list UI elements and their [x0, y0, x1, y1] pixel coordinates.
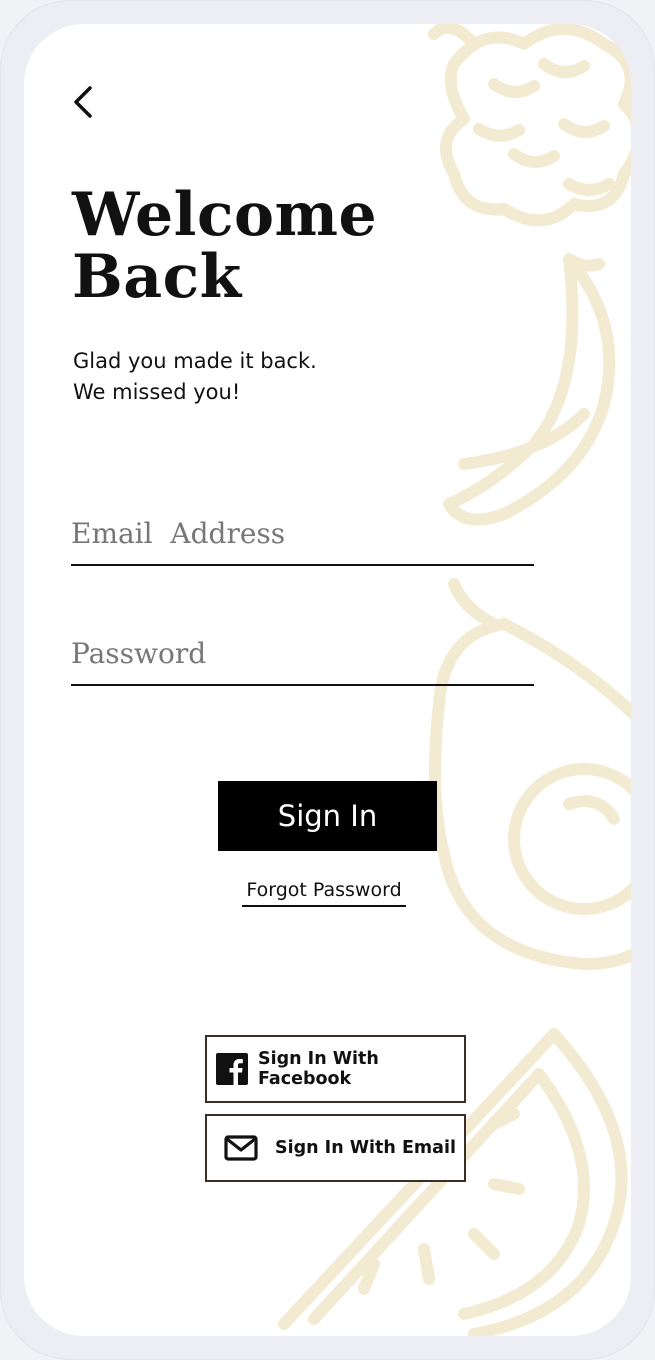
sign-in-facebook-button[interactable]: Sign In With Facebook	[205, 1035, 466, 1103]
sign-in-button[interactable]: Sign In	[218, 781, 437, 851]
facebook-icon	[216, 1053, 248, 1085]
password-input[interactable]	[71, 628, 534, 686]
login-screen: Welcome Back Glad you made it back. We m…	[24, 24, 631, 1336]
forgot-password-link[interactable]: Forgot Password	[242, 879, 406, 907]
banana-illustration	[443, 253, 616, 526]
email-address-input[interactable]	[71, 508, 534, 566]
subtitle-line-2: We missed you!	[73, 380, 241, 404]
sign-in-email-button[interactable]: Sign In With Email	[205, 1114, 466, 1182]
envelope-icon	[223, 1130, 259, 1166]
email-button-label: Sign In With Email	[275, 1138, 456, 1158]
facebook-button-label: Sign In With Facebook	[258, 1049, 379, 1089]
back-chevron-icon[interactable]	[66, 84, 102, 120]
title-line-2: Back	[72, 242, 242, 312]
avocado-illustration	[508, 763, 631, 915]
device-frame: Welcome Back Glad you made it back. We m…	[0, 0, 655, 1360]
page-subtitle: Glad you made it back. We missed you!	[73, 346, 317, 408]
page-title: Welcome Back	[72, 184, 377, 308]
title-line-1: Welcome	[72, 180, 378, 250]
subtitle-line-1: Glad you made it back.	[73, 349, 317, 373]
grapes-illustration	[428, 24, 631, 227]
